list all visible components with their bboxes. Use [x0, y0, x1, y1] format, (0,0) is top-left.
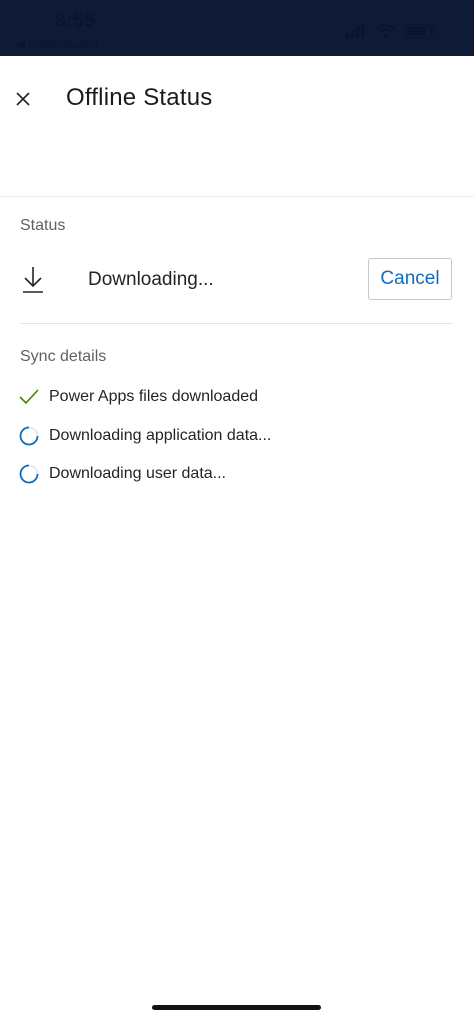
download-icon: [23, 267, 43, 293]
spinner-icon: [19, 464, 39, 484]
checkmark-icon: [19, 389, 39, 405]
page-title: Offline Status: [66, 84, 213, 111]
header: [0, 56, 474, 197]
cellular-signal-icon: [346, 24, 365, 38]
back-app-label: Authenticator: [28, 37, 99, 51]
close-icon[interactable]: [12, 88, 34, 110]
wifi-icon: [376, 24, 396, 38]
battery-icon: [406, 24, 434, 38]
sync-item-label: Downloading user data...: [49, 465, 226, 482]
clock-time: 8:55: [55, 10, 96, 32]
home-indicator[interactable]: [152, 1005, 321, 1010]
sync-details-label: Sync details: [20, 348, 107, 365]
spinner-icon: [19, 426, 39, 446]
sync-item-label: Power Apps files downloaded: [49, 388, 259, 405]
back-arrow-icon: ◀: [16, 37, 26, 51]
sync-item-application-data: Downloading application data...: [18, 424, 271, 448]
divider: [20, 323, 453, 324]
sync-item-user-data: Downloading user data...: [18, 462, 226, 486]
back-to-app-link[interactable]: ◀ Authenticator: [16, 37, 99, 51]
cancel-button[interactable]: Cancel: [368, 258, 452, 300]
status-section-label: Status: [20, 217, 66, 234]
download-status-text: Downloading...: [88, 269, 214, 290]
status-bar: 8:55 ◀ Authenticator: [0, 0, 474, 56]
sync-item-label: Downloading application data...: [49, 427, 272, 444]
sync-item-files-downloaded: Power Apps files downloaded: [18, 385, 258, 409]
status-icons: [346, 24, 434, 38]
